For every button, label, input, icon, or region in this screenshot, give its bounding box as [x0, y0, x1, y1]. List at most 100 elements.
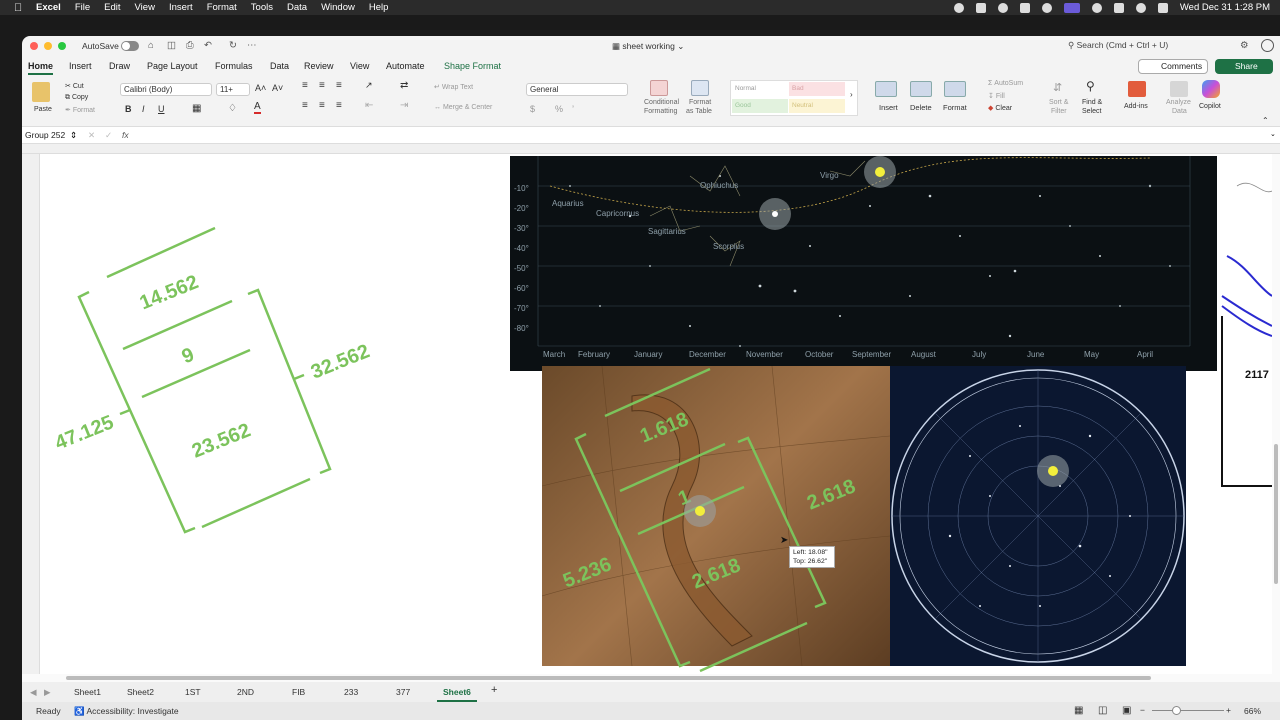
- search-input[interactable]: ⚲ Search (Cmd + Ctrl + U): [1068, 40, 1168, 51]
- find-select-label-1[interactable]: Find &: [1082, 99, 1102, 106]
- underline-button[interactable]: U: [158, 104, 165, 114]
- zoom-window-button[interactable]: [58, 42, 66, 50]
- orientation-icon[interactable]: ↗: [365, 80, 373, 91]
- enter-icon[interactable]: ✓: [105, 130, 112, 141]
- wifi-icon[interactable]: [1091, 2, 1102, 13]
- wrap-text-button[interactable]: ↵ Wrap Text: [434, 83, 473, 91]
- zoom-level[interactable]: 66%: [1244, 706, 1261, 716]
- measurement-diagram-left[interactable]: 14.562 9 23.562 47.125 32.562: [22, 144, 502, 674]
- battery-icon[interactable]: [1113, 2, 1124, 13]
- menu-file[interactable]: File: [75, 2, 90, 13]
- analyze-data-label-1[interactable]: Analyze: [1166, 99, 1191, 106]
- sort-filter-label-1[interactable]: Sort &: [1049, 99, 1068, 106]
- sort-filter-label-2[interactable]: Filter: [1051, 108, 1067, 115]
- comma-icon[interactable]: ’: [572, 104, 574, 114]
- percent-icon[interactable]: %: [555, 104, 563, 114]
- next-sheet-icon[interactable]: ▶: [44, 687, 51, 698]
- sheet-tab-1st[interactable]: 1ST: [185, 687, 201, 697]
- document-title[interactable]: ▦ sheet working ⌄: [612, 41, 684, 52]
- fill-button[interactable]: ↧ Fill: [988, 92, 1005, 100]
- italic-button[interactable]: I: [142, 104, 145, 114]
- number-format-select[interactable]: General: [526, 83, 628, 96]
- format-cells-icon[interactable]: [944, 81, 966, 97]
- worksheet[interactable]: 14.562 9 23.562 47.125 32.562 -10° -20° …: [22, 144, 1280, 674]
- tab-formulas[interactable]: Formulas: [215, 61, 253, 71]
- merge-center-button[interactable]: ↔ Merge & Center: [434, 104, 492, 111]
- tab-shape-format[interactable]: Shape Format: [444, 61, 501, 71]
- zoom-slider-thumb[interactable]: [1172, 706, 1181, 715]
- close-window-button[interactable]: [30, 42, 38, 50]
- page-layout-view-icon[interactable]: ◫: [1098, 705, 1107, 716]
- fill-color-icon[interactable]: ♢: [228, 103, 237, 114]
- name-box-dropdown-icon[interactable]: ⇕: [70, 130, 77, 141]
- format-as-table-label-1[interactable]: Format: [689, 99, 711, 106]
- share-button[interactable]: Share: [1215, 59, 1273, 74]
- sheet-tab-sheet2[interactable]: Sheet2: [127, 687, 154, 697]
- menu-insert[interactable]: Insert: [169, 2, 193, 13]
- normal-view-icon[interactable]: ▦: [1074, 705, 1083, 716]
- polar-star-chart-image[interactable]: [890, 366, 1186, 666]
- style-normal[interactable]: Normal: [732, 82, 788, 96]
- function-icon[interactable]: fx: [122, 130, 129, 140]
- minimize-window-button[interactable]: [44, 42, 52, 50]
- borders-icon[interactable]: ▦: [192, 103, 201, 114]
- align-center-icon[interactable]: ≡: [319, 100, 325, 111]
- currency-icon[interactable]: $: [530, 104, 535, 114]
- format-as-table-label-2[interactable]: as Table: [686, 108, 712, 115]
- settings-icon[interactable]: ⚙: [1240, 40, 1249, 51]
- find-select-label-2[interactable]: Select: [1082, 108, 1101, 115]
- screen-icon[interactable]: [975, 2, 986, 13]
- star-map-image[interactable]: -10° -20° -30° -40° -50° -60° -70° -80° …: [510, 156, 1217, 371]
- collapse-ribbon-icon[interactable]: ⌃: [1262, 116, 1269, 125]
- delete-cells-label[interactable]: Delete: [910, 103, 932, 112]
- prev-sheet-icon[interactable]: ◀: [30, 687, 37, 698]
- copilot-icon[interactable]: [1202, 80, 1220, 98]
- conditional-formatting-label-2[interactable]: Formatting: [644, 108, 677, 115]
- home-icon[interactable]: ⌂: [148, 40, 154, 51]
- more-commands-icon[interactable]: ⋯: [247, 40, 257, 51]
- comments-button[interactable]: Comments: [1138, 59, 1208, 74]
- tab-insert[interactable]: Insert: [69, 61, 92, 71]
- clear-button[interactable]: ◆ Clear: [988, 104, 1012, 112]
- add-ins-icon[interactable]: [1128, 81, 1146, 97]
- menu-window[interactable]: Window: [321, 2, 355, 13]
- increase-indent-icon[interactable]: ⇥: [400, 100, 408, 111]
- align-middle-icon[interactable]: ≡: [319, 80, 325, 91]
- find-select-icon[interactable]: ⚲: [1086, 79, 1095, 93]
- tab-draw[interactable]: Draw: [109, 61, 130, 71]
- horizontal-scrollbar[interactable]: [22, 674, 1280, 682]
- tab-review[interactable]: Review: [304, 61, 334, 71]
- align-top-icon[interactable]: ≡: [302, 80, 308, 91]
- sheet-tab-377[interactable]: 377: [396, 687, 410, 697]
- align-bottom-icon[interactable]: ≡: [336, 80, 342, 91]
- sheet-tab-233[interactable]: 233: [344, 687, 358, 697]
- font-color-icon[interactable]: A: [254, 102, 261, 114]
- text-input-icon[interactable]: [1019, 2, 1030, 13]
- align-left-icon[interactable]: ≡: [302, 100, 308, 111]
- menu-app[interactable]: Excel: [36, 2, 61, 13]
- style-bad[interactable]: Bad: [789, 82, 845, 96]
- spotlight-icon[interactable]: [1135, 2, 1146, 13]
- tab-home[interactable]: Home: [28, 61, 54, 75]
- bold-button[interactable]: B: [125, 104, 132, 114]
- copilot-label[interactable]: Copilot: [1199, 103, 1221, 110]
- print-icon[interactable]: ⎙: [186, 40, 194, 51]
- paste-label[interactable]: Paste: [34, 106, 52, 113]
- style-good[interactable]: Good: [732, 99, 788, 113]
- format-painter-button[interactable]: ✒ Format: [65, 106, 95, 114]
- page-break-view-icon[interactable]: ▣: [1122, 705, 1131, 716]
- add-ins-label[interactable]: Add-ins: [1124, 103, 1148, 110]
- analyze-data-label-2[interactable]: Data: [1172, 108, 1187, 115]
- menu-format[interactable]: Format: [207, 2, 237, 13]
- styles-more-icon[interactable]: ›: [850, 90, 853, 99]
- cancel-icon[interactable]: ✕: [88, 130, 95, 141]
- undo-icon[interactable]: ↶: [204, 40, 212, 51]
- grow-font-icon[interactable]: A˄: [255, 83, 266, 93]
- format-cells-label[interactable]: Format: [943, 103, 967, 112]
- menu-help[interactable]: Help: [369, 2, 389, 13]
- font-size-select[interactable]: 11+: [216, 83, 250, 96]
- play-icon[interactable]: [1041, 2, 1052, 13]
- zoom-out-icon[interactable]: −: [1140, 705, 1145, 715]
- shrink-font-icon[interactable]: A˅: [272, 83, 283, 93]
- profile-icon[interactable]: [1261, 39, 1274, 52]
